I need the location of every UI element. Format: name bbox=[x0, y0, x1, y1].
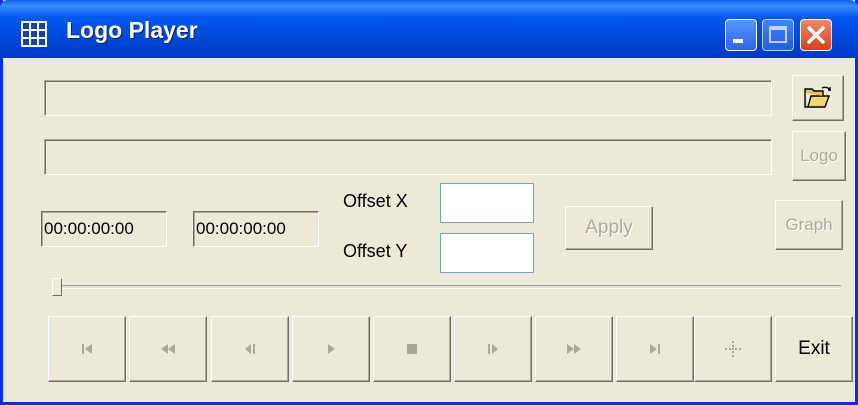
fast-forward-button[interactable] bbox=[535, 316, 613, 382]
skip-to-end-icon bbox=[650, 344, 660, 354]
current-time-display: 00:00:00:00 bbox=[41, 211, 167, 247]
rewind-icon bbox=[161, 344, 175, 354]
graph-button[interactable]: Graph bbox=[775, 200, 843, 250]
open-folder-icon bbox=[804, 86, 832, 108]
app-grid-icon bbox=[21, 21, 47, 47]
rewind-button[interactable] bbox=[129, 316, 207, 382]
window-title: Logo Player bbox=[66, 17, 198, 43]
maximize-icon bbox=[769, 26, 787, 43]
skip-to-end-button[interactable] bbox=[616, 316, 694, 382]
play-icon bbox=[328, 344, 335, 354]
apply-button[interactable]: Apply bbox=[565, 206, 653, 250]
seek-slider-thumb[interactable] bbox=[52, 278, 62, 296]
seek-track[interactable] bbox=[55, 285, 841, 289]
move-icon bbox=[725, 341, 741, 357]
exit-button[interactable]: Exit bbox=[775, 316, 853, 382]
close-button[interactable] bbox=[800, 19, 832, 51]
step-back-button[interactable] bbox=[211, 316, 289, 382]
total-time-display: 00:00:00:00 bbox=[193, 211, 319, 247]
play-button[interactable] bbox=[292, 316, 370, 382]
step-back-icon bbox=[245, 344, 255, 354]
fast-forward-icon bbox=[567, 344, 581, 354]
offset-x-input[interactable] bbox=[440, 183, 534, 223]
maximize-button[interactable] bbox=[762, 19, 794, 51]
step-forward-button[interactable] bbox=[454, 316, 532, 382]
open-file-button[interactable] bbox=[792, 75, 844, 121]
stop-button[interactable] bbox=[373, 316, 451, 382]
offset-y-input[interactable] bbox=[440, 233, 534, 273]
skip-to-start-icon bbox=[82, 344, 92, 354]
title-bar[interactable]: Logo Player bbox=[0, 0, 858, 58]
stop-icon bbox=[407, 344, 417, 354]
close-icon bbox=[807, 26, 825, 44]
file-path-field[interactable] bbox=[44, 80, 772, 116]
minimize-button[interactable] bbox=[725, 19, 757, 51]
offset-x-label: Offset X bbox=[343, 191, 408, 211]
logo-button[interactable]: Logo bbox=[792, 131, 846, 181]
move-button[interactable] bbox=[694, 316, 772, 382]
logo-player-window: Logo Player Logo 00:00:00:00 00:00:00:00… bbox=[0, 0, 858, 405]
offset-y-label: Offset Y bbox=[343, 241, 408, 261]
logo-path-field[interactable] bbox=[44, 139, 772, 175]
minimize-icon bbox=[733, 39, 743, 43]
step-forward-icon bbox=[488, 344, 498, 354]
skip-to-start-button[interactable] bbox=[48, 316, 126, 382]
